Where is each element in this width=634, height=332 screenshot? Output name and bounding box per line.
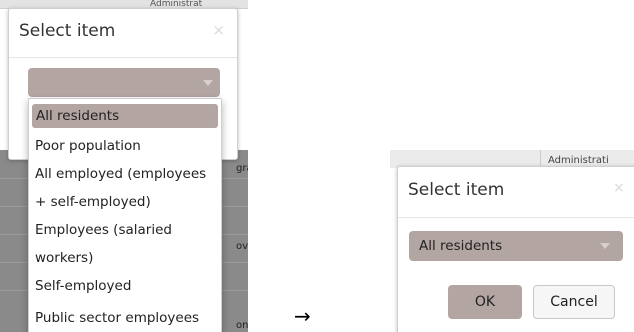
dropdown-option-all-residents[interactable]: All residents <box>32 104 218 128</box>
dropdown-option-poor-population[interactable]: Poor population <box>29 134 221 158</box>
close-icon[interactable]: × <box>613 180 625 196</box>
ok-button[interactable]: OK <box>448 285 522 319</box>
item-select[interactable] <box>28 68 220 97</box>
dropdown-option-self-employed[interactable]: Self-employed <box>29 274 221 298</box>
select-value: All residents <box>419 238 503 254</box>
select-dropdown-list: All residents Poor population All employ… <box>28 98 222 332</box>
before-panel: Administrat Y gra ov on Select item × Al… <box>0 0 248 332</box>
dialog-divider <box>398 217 634 218</box>
close-icon[interactable]: × <box>212 21 225 39</box>
after-panel: Administrati Select item × All residents… <box>390 150 634 332</box>
background-header-cell: Administrat <box>150 0 203 8</box>
select-item-dialog: Select item × All residents OK Cancel <box>397 166 634 332</box>
cancel-button[interactable]: Cancel <box>533 285 615 319</box>
background-peek-text: gra <box>236 163 248 174</box>
item-select[interactable]: All residents <box>409 231 623 261</box>
chevron-down-icon <box>203 80 213 86</box>
dropdown-option-employees-cont[interactable]: workers) <box>29 246 221 270</box>
dialog-title: Select item <box>408 180 505 200</box>
dropdown-option-public-sector-employees[interactable]: Public sector employees <box>29 306 221 330</box>
background-peek-text: on <box>236 320 248 331</box>
transition-arrow-icon: → <box>294 304 311 328</box>
dropdown-option-all-employed-cont[interactable]: + self-employed) <box>29 190 221 214</box>
dropdown-option-all-employed[interactable]: All employed (employees <box>29 162 221 186</box>
dialog-divider <box>9 57 237 58</box>
dialog-title: Select item <box>19 21 116 41</box>
chevron-down-icon <box>600 243 610 249</box>
dropdown-option-employees[interactable]: Employees (salaried <box>29 218 221 242</box>
background-header-cell: Administrati <box>548 155 609 166</box>
background-peek-text: ov <box>236 241 248 252</box>
